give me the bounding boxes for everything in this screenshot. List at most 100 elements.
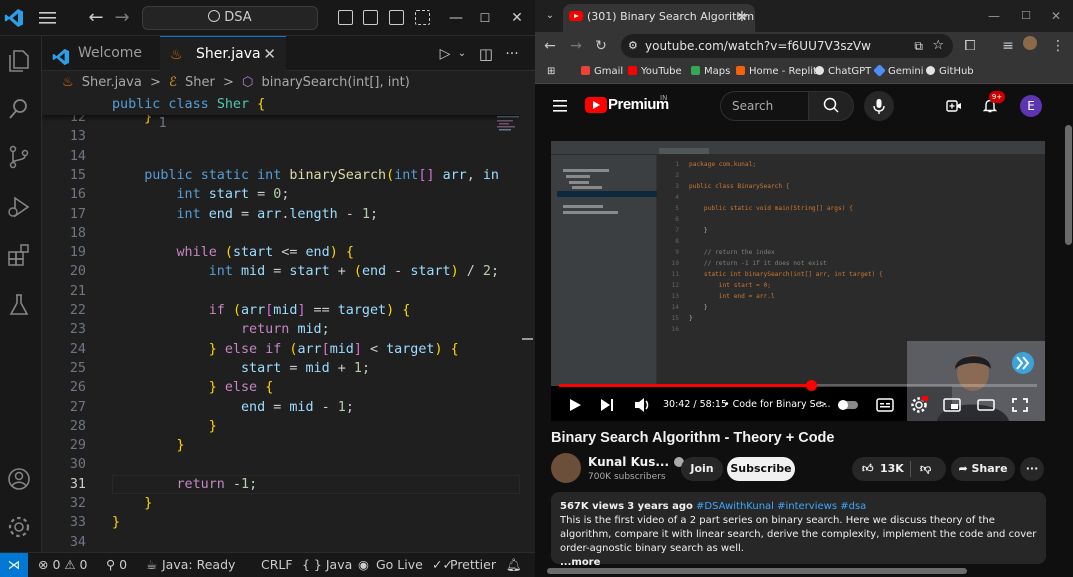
share-button[interactable]: ➦ Share	[951, 457, 1015, 481]
apps-grid-icon[interactable]: ⊞	[547, 60, 555, 84]
breadcrumb-class[interactable]: Sher	[185, 75, 215, 90]
settings-gear-icon[interactable]	[6, 514, 32, 540]
bookmark-replit[interactable]: Home - Replit	[736, 60, 817, 84]
like-icon[interactable]: 👍︎	[862, 457, 874, 481]
tab-search-chevron-icon[interactable]: ⌄	[541, 4, 559, 28]
prettier-status[interactable]: Prettier	[450, 553, 496, 577]
autoplay-toggle[interactable]	[837, 393, 859, 417]
page-scrollbar[interactable]	[1063, 85, 1073, 567]
play-icon[interactable]	[567, 393, 583, 417]
video-progress-bar[interactable]	[559, 380, 1037, 391]
site-info-icon[interactable]: ⚙	[628, 34, 638, 58]
close-window-icon[interactable]: ✕	[1047, 4, 1065, 28]
sticky-scroll-header[interactable]: 1 public class Sher {	[42, 95, 520, 131]
customize-layout-icon[interactable]	[415, 10, 430, 25]
minimize-icon[interactable]: —	[985, 4, 1003, 28]
guide-menu-icon[interactable]	[553, 97, 567, 112]
command-center-search[interactable]: DSA	[142, 6, 318, 30]
ports-indicator[interactable]: ⚲ 0	[106, 553, 127, 577]
chapter-title[interactable]: • Code for Binary Se...	[724, 393, 831, 417]
bookmark-gmail[interactable]: Gmail	[581, 60, 623, 84]
menu-icon[interactable]	[38, 9, 58, 27]
voice-search-mic-icon[interactable]	[864, 91, 894, 121]
address-bar[interactable]: ⚙ youtube.com/watch?v=f6UU7V3szVw ⧉ ☆	[621, 34, 953, 58]
back-arrow-icon[interactable]: ←	[86, 8, 106, 28]
join-button[interactable]: Join	[681, 457, 723, 481]
language-mode[interactable]: { } Java	[302, 553, 352, 577]
editor-scrollbar[interactable]	[520, 95, 535, 552]
explorer-icon[interactable]	[6, 48, 32, 74]
more-actions-button[interactable]: ···	[1020, 457, 1044, 481]
tab-sher-java[interactable]: ♨ Sher.java ✕	[160, 36, 286, 71]
extensions-icon[interactable]	[6, 242, 32, 268]
youtube-search-button[interactable]	[808, 91, 854, 121]
run-dropdown-icon[interactable]: ⌄	[452, 44, 472, 64]
bookmark-youtube[interactable]: YouTube	[628, 60, 682, 84]
fullscreen-icon[interactable]	[1011, 393, 1029, 417]
go-live-button[interactable]: Go Live	[376, 553, 423, 577]
browser-tab-youtube[interactable]: (301) Binary Search Algorithm ✕	[563, 4, 755, 32]
extensions-icon[interactable]: ⧠	[961, 34, 979, 58]
new-tab-button[interactable]: +	[733, 4, 751, 28]
next-video-icon[interactable]	[599, 393, 615, 417]
run-debug-icon[interactable]	[6, 194, 32, 220]
maximize-icon[interactable]: ☐	[475, 8, 495, 28]
account-avatar[interactable]: E	[1020, 95, 1042, 117]
bookmark-maps[interactable]: Maps	[691, 60, 730, 84]
captions-icon[interactable]	[876, 393, 894, 417]
bookmark-chatgpt[interactable]: ChatGPT	[815, 60, 871, 84]
scrollbar-thumb[interactable]	[1065, 125, 1072, 245]
create-video-icon[interactable]	[946, 98, 962, 112]
channel-name[interactable]: Kunal Kus...	[588, 455, 685, 469]
tab-welcome[interactable]: Welcome	[42, 36, 160, 71]
dislike-icon[interactable]: 👎︎	[920, 457, 931, 481]
tab-close-icon[interactable]: ✕	[263, 37, 276, 72]
youtube-search-input[interactable]: Search	[720, 91, 808, 121]
bookmark-gemini[interactable]: Gemini	[873, 60, 924, 84]
chrome-menu-icon[interactable]: ⋮	[1049, 34, 1067, 58]
profile-avatar[interactable]	[1023, 36, 1037, 50]
bookmark-github[interactable]: GitHub	[926, 60, 974, 84]
source-control-icon[interactable]	[6, 144, 32, 170]
notifications-bell-icon[interactable]: 🔔︎	[506, 553, 522, 577]
maximize-icon[interactable]: ☐	[1017, 4, 1035, 28]
minimize-icon[interactable]: —	[446, 8, 466, 28]
theater-mode-icon[interactable]	[977, 393, 995, 417]
like-count[interactable]: 13K	[880, 457, 904, 481]
code-editor[interactable]: 1 public class Sher { 12 } 13 14 15 public …	[42, 95, 520, 552]
breadcrumb-file[interactable]: Sher.java	[82, 75, 142, 90]
testing-icon[interactable]	[6, 292, 32, 318]
reload-icon[interactable]: ↻	[592, 34, 610, 58]
toggle-secondary-sidebar-icon[interactable]	[389, 10, 404, 25]
breadcrumb-method[interactable]: binarySearch(int[], int)	[262, 75, 410, 90]
account-icon[interactable]	[6, 466, 32, 492]
toggle-sidebar-icon[interactable]	[338, 10, 353, 25]
cast-icon[interactable]: ⧉	[914, 34, 923, 58]
miniplayer-icon[interactable]	[943, 393, 961, 417]
toggle-panel-icon[interactable]	[363, 10, 378, 25]
video-description[interactable]: 567K views 3 years ago #DSAwithKunal #in…	[551, 492, 1046, 568]
bookmark-star-icon[interactable]: ☆	[932, 34, 944, 58]
forward-arrow-icon[interactable]: →	[567, 34, 585, 58]
youtube-logo-icon[interactable]	[585, 97, 607, 113]
java-status[interactable]: Java: Ready	[162, 553, 235, 577]
volume-icon[interactable]	[633, 393, 651, 417]
chapter-arrow-icon[interactable]: >	[819, 393, 827, 417]
line-ending[interactable]: CRLF	[261, 553, 293, 577]
hashtags[interactable]: #DSAwithKunal #interviews #dsa	[696, 501, 866, 512]
video-player[interactable]: 1 package com.kunal; 2 3 public class Binary…	[551, 141, 1045, 421]
settings-gear-icon[interactable]	[910, 393, 929, 417]
close-window-icon[interactable]: ✕	[507, 8, 527, 28]
back-arrow-icon[interactable]: ←	[541, 34, 559, 58]
horizontal-scrollbar[interactable]	[535, 565, 1073, 577]
search-icon[interactable]	[6, 96, 32, 122]
channel-avatar[interactable]	[551, 453, 581, 483]
subscribe-button[interactable]: Subscribe	[727, 457, 795, 481]
forward-arrow-icon[interactable]: →	[112, 8, 132, 28]
remote-icon[interactable]: ⋊	[0, 553, 28, 577]
more-actions-icon[interactable]: ···	[502, 44, 522, 64]
horizontal-scrollbar-thumb[interactable]	[547, 568, 967, 574]
problems-indicator[interactable]: ⊗ 0 ⚠ 0	[38, 553, 88, 577]
split-editor-icon[interactable]: ◫	[476, 44, 496, 64]
media-controls-icon[interactable]: ≡	[999, 34, 1017, 58]
